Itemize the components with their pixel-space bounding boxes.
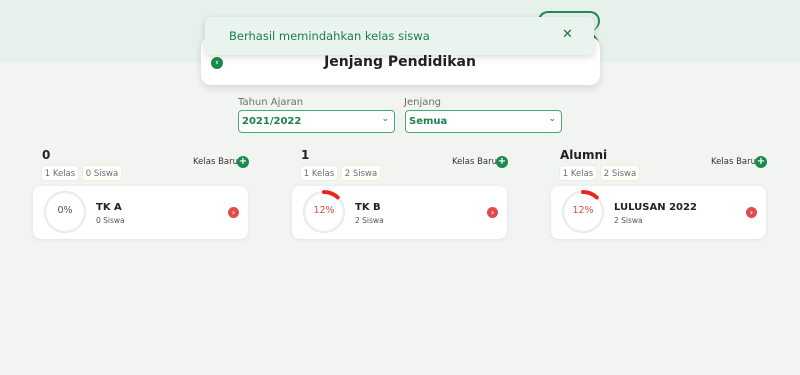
column-title: 0	[42, 148, 51, 162]
column-title: Alumni	[560, 148, 608, 162]
class-name: LULUSAN 2022	[614, 202, 697, 213]
success-toast: Berhasil memindahkan kelas siswa ✕	[205, 17, 594, 55]
class-card[interactable]: 12% LULUSAN 2022 2 Siswa ›	[551, 186, 766, 239]
kelas-count-tag: 1 Kelas	[559, 165, 597, 181]
back-button[interactable]: ‹	[211, 57, 223, 69]
jenjang-value: Semua	[409, 116, 448, 127]
progress-percent: 12%	[572, 205, 594, 216]
add-class-button[interactable]: +	[496, 156, 508, 168]
chevron-right-icon: ›	[490, 208, 495, 217]
close-icon[interactable]: ✕	[562, 27, 573, 42]
chevron-left-icon: ‹	[215, 58, 219, 68]
add-class-button[interactable]: +	[755, 156, 767, 168]
open-class-button[interactable]: ›	[228, 207, 239, 218]
class-student-count: 2 Siswa	[355, 216, 384, 225]
chevron-down-icon: ⌄	[381, 114, 389, 124]
class-name: TK A	[96, 202, 122, 213]
class-student-count: 0 Siswa	[96, 216, 125, 225]
kelas-count-tag: 1 Kelas	[300, 165, 338, 181]
kelas-baru-label[interactable]: Kelas Baru	[452, 157, 497, 167]
kelas-baru-label[interactable]: Kelas Baru	[711, 157, 756, 167]
tahun-ajaran-value: 2021/2022	[242, 116, 302, 127]
siswa-count-tag: 2 Siswa	[600, 165, 640, 181]
class-card[interactable]: 12% TK B 2 Siswa ›	[292, 186, 507, 239]
open-class-button[interactable]: ›	[746, 207, 757, 218]
page-title: Jenjang Pendidikan	[324, 54, 476, 70]
chevron-right-icon: ›	[231, 208, 236, 217]
tahun-ajaran-select[interactable]: 2021/2022 ⌄	[238, 110, 395, 133]
class-student-count: 2 Siswa	[614, 216, 643, 225]
add-class-button[interactable]: +	[237, 156, 249, 168]
siswa-count-tag: 0 Siswa	[82, 165, 122, 181]
jenjang-label: Jenjang	[404, 97, 442, 108]
class-name: TK B	[355, 202, 381, 213]
toast-message: Berhasil memindahkan kelas siswa	[229, 29, 430, 43]
chevron-right-icon: ›	[749, 208, 754, 217]
kelas-count-tag: 1 Kelas	[41, 165, 79, 181]
chevron-down-icon: ⌄	[548, 114, 556, 124]
jenjang-select[interactable]: Semua ⌄	[405, 110, 562, 133]
kelas-baru-label[interactable]: Kelas Baru	[193, 157, 238, 167]
progress-percent: 0%	[57, 205, 73, 216]
tahun-ajaran-label: Tahun Ajaran	[238, 97, 304, 108]
open-class-button[interactable]: ›	[487, 207, 498, 218]
column-title: 1	[301, 148, 310, 162]
class-card[interactable]: 0% TK A 0 Siswa ›	[33, 186, 248, 239]
progress-percent: 12%	[313, 205, 335, 216]
siswa-count-tag: 2 Siswa	[341, 165, 381, 181]
